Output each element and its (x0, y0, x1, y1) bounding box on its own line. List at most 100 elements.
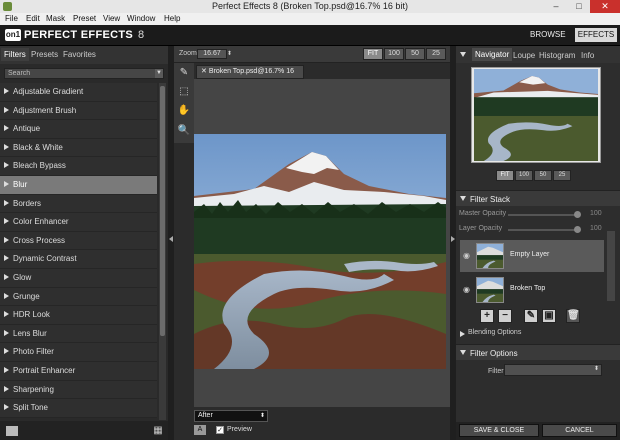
filter-item-color-enhancer[interactable]: Color Enhancer (0, 213, 157, 232)
browse-button[interactable]: BROWSE (530, 30, 566, 39)
filter-select[interactable] (504, 364, 602, 376)
nav-zoom-50-button[interactable]: 50 (534, 170, 552, 181)
eye-icon[interactable]: ◉ (463, 285, 470, 294)
grid-view-icon[interactable]: ▦ (151, 425, 165, 437)
app-header: on1 PERFECT EFFECTS 8 BROWSE EFFECTS (0, 25, 620, 46)
filter-item-antique[interactable]: Antique (0, 120, 157, 139)
master-opacity-slider[interactable] (574, 211, 581, 218)
photo-preview[interactable] (194, 134, 446, 369)
hand-tool-icon[interactable]: ✋ (176, 103, 192, 119)
tab-loupe[interactable]: Loupe (513, 51, 535, 60)
cancel-button[interactable]: CANCEL (542, 424, 617, 437)
menu-window[interactable]: Window (127, 14, 155, 23)
eye-icon[interactable]: ◉ (463, 251, 470, 260)
zoom-stepper-icon[interactable]: ⬍ (227, 49, 233, 59)
filter-options-header[interactable]: Filter Options (456, 344, 620, 360)
search-input[interactable]: Search (4, 68, 164, 79)
view-mode-select[interactable]: After (194, 410, 268, 422)
search-dropdown-icon[interactable]: ▼ (155, 69, 163, 78)
expand-icon (4, 143, 9, 150)
app-window: Perfect Effects 8 (Broken Top.psd@16.7% … (0, 0, 620, 440)
mask-icon[interactable]: ▣ (542, 309, 556, 323)
tab-info[interactable]: Info (581, 51, 594, 60)
expand-icon (4, 273, 9, 280)
filter-item-black-white[interactable]: Black & White (0, 138, 157, 158)
view-mode-dropdown-icon[interactable]: ⬍ (260, 410, 268, 422)
zoom-50-button[interactable]: 50 (405, 48, 425, 60)
trash-icon[interactable]: 🗑 (566, 309, 580, 323)
document-tab[interactable]: ✕ Broken Top.psd@16.7% 16 bit (196, 65, 304, 87)
menu-mask[interactable]: Mask (46, 14, 65, 23)
filter-item-bleach-bypass[interactable]: Bleach Bypass (0, 157, 157, 176)
filter-item-portrait-enhancer[interactable]: Portrait Enhancer (0, 361, 157, 381)
filter-item-split-tone[interactable]: Split Tone (0, 399, 157, 418)
filter-item-blur[interactable]: Blur (0, 175, 157, 195)
filter-item-hdr-look[interactable]: HDR Look (0, 306, 157, 325)
window-title: Perfect Effects 8 (Broken Top.psd@16.7% … (212, 1, 408, 11)
menu-file[interactable]: File (5, 14, 18, 23)
filter-item-grunge[interactable]: Grunge (0, 287, 157, 307)
zoom-25-button[interactable]: 25 (426, 48, 446, 60)
filter-item-borders[interactable]: Borders (0, 194, 157, 214)
tab-favorites[interactable]: Favorites (63, 50, 96, 59)
filter-item-cross-process[interactable]: Cross Process (0, 231, 157, 251)
layer-list-scrollbar[interactable] (607, 231, 615, 301)
layer-opacity-slider[interactable] (574, 226, 581, 233)
filter-label: Filter (488, 368, 504, 375)
tab-navigator[interactable]: Navigator (472, 48, 513, 61)
collapse-right-icon[interactable] (451, 236, 455, 242)
filter-dropdown-icon[interactable]: ⬍ (594, 365, 599, 372)
tab-presets[interactable]: Presets (31, 50, 58, 59)
nav-zoom-25-button[interactable]: 25 (553, 170, 571, 181)
menu-preset[interactable]: Preset (73, 14, 96, 23)
expand-icon (4, 311, 9, 318)
filter-item-sharpening[interactable]: Sharpening (0, 380, 157, 400)
collapse-filter-stack-icon[interactable] (460, 196, 466, 201)
collapse-left-icon[interactable] (169, 236, 173, 242)
add-layer-button[interactable]: + (480, 309, 494, 323)
menu-help[interactable]: Help (164, 14, 180, 23)
brush-tool-icon[interactable]: ✎ (176, 65, 192, 81)
nav-zoom-fit-button[interactable]: FIT (496, 170, 514, 181)
effects-button[interactable]: EFFECTS (575, 28, 617, 42)
preview-checkbox[interactable]: ✓ (216, 426, 224, 434)
left-tabs: Filters Presets Favorites (0, 46, 168, 64)
filter-stack-header[interactable]: Filter Stack (456, 190, 620, 206)
tab-filters[interactable]: Filters (1, 48, 29, 61)
crop-tool-icon[interactable]: ⬚ (176, 84, 192, 100)
zoom-fit-button[interactable]: FIT (363, 48, 383, 60)
remove-layer-button[interactable]: − (498, 309, 512, 323)
filter-item-adjustment-brush[interactable]: Adjustment Brush (0, 101, 157, 121)
compare-a-button[interactable]: A (194, 425, 206, 435)
layer-item-broken-top[interactable]: ◉ Broken Top (460, 274, 604, 306)
filter-item-adjustable-gradient[interactable]: Adjustable Gradient (0, 83, 157, 102)
menu-view[interactable]: View (103, 14, 120, 23)
filter-item-glow[interactable]: Glow (0, 268, 157, 288)
navigator-thumbnail[interactable] (474, 69, 598, 161)
layer-opacity-track[interactable] (508, 229, 578, 231)
close-button[interactable]: ✕ (590, 0, 620, 13)
scrollbar-thumb[interactable] (160, 86, 165, 336)
filter-item-lens-blur[interactable]: Lens Blur (0, 324, 157, 344)
tab-histogram[interactable]: Histogram (539, 51, 575, 60)
app-logo-text: PERFECT EFFECTS (24, 29, 134, 41)
nav-zoom-100-button[interactable]: 100 (515, 170, 533, 181)
mask-brush-icon[interactable]: ✎ (524, 309, 538, 323)
zoom-tool-icon[interactable]: 🔍 (176, 123, 192, 139)
filter-item-dynamic-contrast[interactable]: Dynamic Contrast (0, 250, 157, 269)
zoom-input[interactable]: 16.67 (197, 49, 227, 59)
single-view-icon[interactable] (6, 426, 18, 436)
master-opacity-track[interactable] (508, 214, 578, 216)
tab-close-icon[interactable]: ✕ (201, 68, 209, 75)
menu-edit[interactable]: Edit (26, 14, 40, 23)
save-close-button[interactable]: SAVE & CLOSE (459, 424, 539, 437)
app-version: 8 (138, 29, 145, 41)
collapse-navigator-icon[interactable] (460, 52, 466, 57)
maximize-button[interactable]: □ (568, 0, 590, 13)
zoom-100-button[interactable]: 100 (384, 48, 404, 60)
filter-item-photo-filter[interactable]: Photo Filter (0, 343, 157, 362)
blending-options-row[interactable]: Blending Options (456, 327, 620, 341)
collapse-filter-options-icon[interactable] (460, 350, 466, 355)
minimize-button[interactable]: – (545, 0, 567, 13)
layer-item-empty[interactable]: ◉ Empty Layer (460, 240, 604, 272)
